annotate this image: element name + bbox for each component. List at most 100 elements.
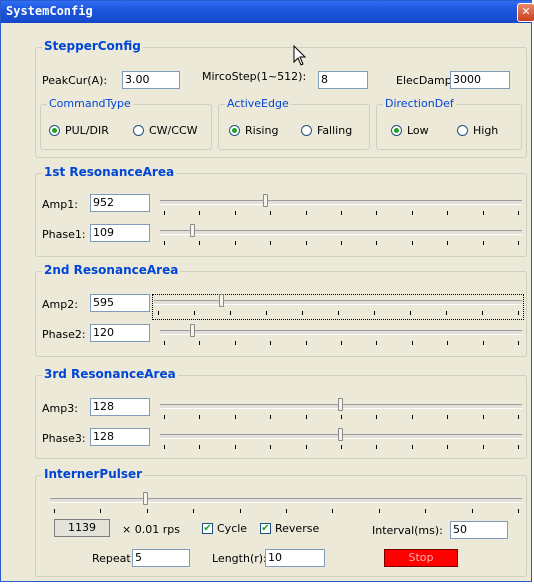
slider-thumb[interactable] xyxy=(190,224,195,237)
radio-pul-dir[interactable]: PUL/DIR xyxy=(49,124,109,137)
slider-tick xyxy=(376,241,378,245)
slider-tick xyxy=(199,241,201,245)
radio-cw-ccw-indicator[interactable] xyxy=(133,125,144,136)
slider-tick xyxy=(518,311,519,315)
slider-thumb[interactable] xyxy=(219,294,224,307)
slider-tick xyxy=(239,509,241,513)
radio-falling-label: Falling xyxy=(317,124,353,137)
radio-low-indicator[interactable] xyxy=(391,125,402,136)
radio-rising[interactable]: Rising xyxy=(229,124,278,137)
resonance-area-3: 3rd ResonanceArea Amp3: 128 Phase3: 128 xyxy=(35,367,527,459)
stop-button[interactable]: Stop xyxy=(384,549,458,567)
repeat-label: Repeat: xyxy=(92,552,135,565)
amp3-label: Amp3: xyxy=(42,402,78,415)
reverse-checkbox[interactable]: ✔ Reverse xyxy=(260,522,319,535)
radio-high-indicator[interactable] xyxy=(457,125,468,136)
phase1-field[interactable]: 109 xyxy=(90,224,150,242)
slider-tick xyxy=(374,311,375,315)
radio-cw-ccw[interactable]: CW/CCW xyxy=(133,124,198,137)
slider-tick xyxy=(411,415,413,419)
slider-track[interactable] xyxy=(50,498,522,503)
radio-rising-indicator[interactable] xyxy=(229,125,240,136)
slider-tick xyxy=(446,311,447,315)
peakcur-label: PeakCur(A): xyxy=(42,74,108,87)
cycle-checkbox-label: Cycle xyxy=(217,522,248,535)
reverse-checkbox-label: Reverse xyxy=(275,522,320,535)
radio-falling[interactable]: Falling xyxy=(301,124,352,137)
slider-tick xyxy=(482,241,484,245)
slider-thumb[interactable] xyxy=(338,398,343,411)
cycle-check-indicator[interactable]: ✔ xyxy=(202,523,213,534)
slider-tick xyxy=(482,415,484,419)
close-icon[interactable]: ✕ xyxy=(517,3,534,22)
radio-falling-indicator[interactable] xyxy=(301,125,312,136)
slider-tick xyxy=(447,415,449,419)
slider-tick xyxy=(230,311,231,315)
slider-tick xyxy=(158,311,159,315)
slider-tick xyxy=(194,311,195,315)
speed-slider[interactable] xyxy=(50,492,522,516)
phase2-slider[interactable] xyxy=(160,324,522,348)
amp2-label: Amp2: xyxy=(42,298,78,311)
amp3-field[interactable]: 128 xyxy=(90,398,150,416)
title-bar[interactable]: SystemConfig ✕ xyxy=(1,1,534,23)
slider-tick xyxy=(341,211,342,215)
slider-track[interactable] xyxy=(160,200,522,205)
slider-tick xyxy=(447,211,449,215)
phase1-slider[interactable] xyxy=(160,224,522,248)
slider-tick xyxy=(270,445,272,449)
phase2-field[interactable]: 120 xyxy=(90,324,150,342)
slider-tick xyxy=(305,445,307,449)
amp1-field[interactable]: 952 xyxy=(90,194,150,212)
resonance-1-legend: 1st ResonanceArea xyxy=(42,165,177,179)
slider-track[interactable] xyxy=(160,330,522,335)
amp1-label: Amp1: xyxy=(42,198,78,211)
speed-readout: 1139 xyxy=(54,519,110,537)
slider-tick xyxy=(146,509,148,513)
interval-field[interactable]: 50 xyxy=(450,521,508,539)
slider-thumb[interactable] xyxy=(143,492,148,505)
slider-tick xyxy=(305,241,307,245)
slider-tick xyxy=(471,509,473,513)
slider-tick xyxy=(234,415,236,419)
peakcur-field[interactable]: 3.00 xyxy=(122,71,180,89)
active-edge-group: ActiveEdge Rising Falling xyxy=(218,97,370,150)
stepper-config-group: StepperConfig PeakCur(A): 3.00 MircoStep… xyxy=(35,39,527,158)
phase3-slider[interactable] xyxy=(160,428,522,452)
command-type-legend: CommandType xyxy=(47,97,133,110)
reverse-check-indicator[interactable]: ✔ xyxy=(260,523,271,534)
cycle-checkbox[interactable]: ✔ Cycle xyxy=(202,522,247,535)
elecdamp-field[interactable]: 3000 xyxy=(450,71,510,89)
slider-thumb[interactable] xyxy=(263,194,268,207)
slider-tick xyxy=(411,211,413,215)
amp3-slider[interactable] xyxy=(160,398,522,422)
slider-track[interactable] xyxy=(154,300,522,305)
microstep-field[interactable]: 8 xyxy=(318,71,368,89)
slider-tick xyxy=(376,341,378,345)
slider-tick xyxy=(482,211,484,215)
length-field[interactable]: 10 xyxy=(265,549,325,567)
slider-tick xyxy=(341,415,342,419)
slider-thumb[interactable] xyxy=(338,428,343,441)
slider-tick xyxy=(270,241,272,245)
slider-tick xyxy=(518,415,519,419)
amp2-field[interactable]: 595 xyxy=(90,294,150,312)
radio-pul-dir-indicator[interactable] xyxy=(49,125,60,136)
slider-tick xyxy=(305,415,307,419)
radio-pul-dir-label: PUL/DIR xyxy=(65,124,109,137)
slider-tick xyxy=(199,445,201,449)
repeat-field[interactable]: 5 xyxy=(132,549,190,567)
phase3-field[interactable]: 128 xyxy=(90,428,150,446)
radio-high[interactable]: High xyxy=(457,124,498,137)
elecdamp-label: ElecDamp: xyxy=(396,74,456,87)
slider-tick xyxy=(376,415,378,419)
slider-track[interactable] xyxy=(160,230,522,235)
radio-high-label: High xyxy=(473,124,499,137)
slider-tick xyxy=(302,311,303,315)
slider-thumb[interactable] xyxy=(190,324,195,337)
amp2-slider[interactable] xyxy=(152,294,524,320)
amp1-slider[interactable] xyxy=(160,194,522,218)
slider-tick xyxy=(482,341,484,345)
radio-low[interactable]: Low xyxy=(391,124,429,137)
active-edge-legend: ActiveEdge xyxy=(225,97,291,110)
